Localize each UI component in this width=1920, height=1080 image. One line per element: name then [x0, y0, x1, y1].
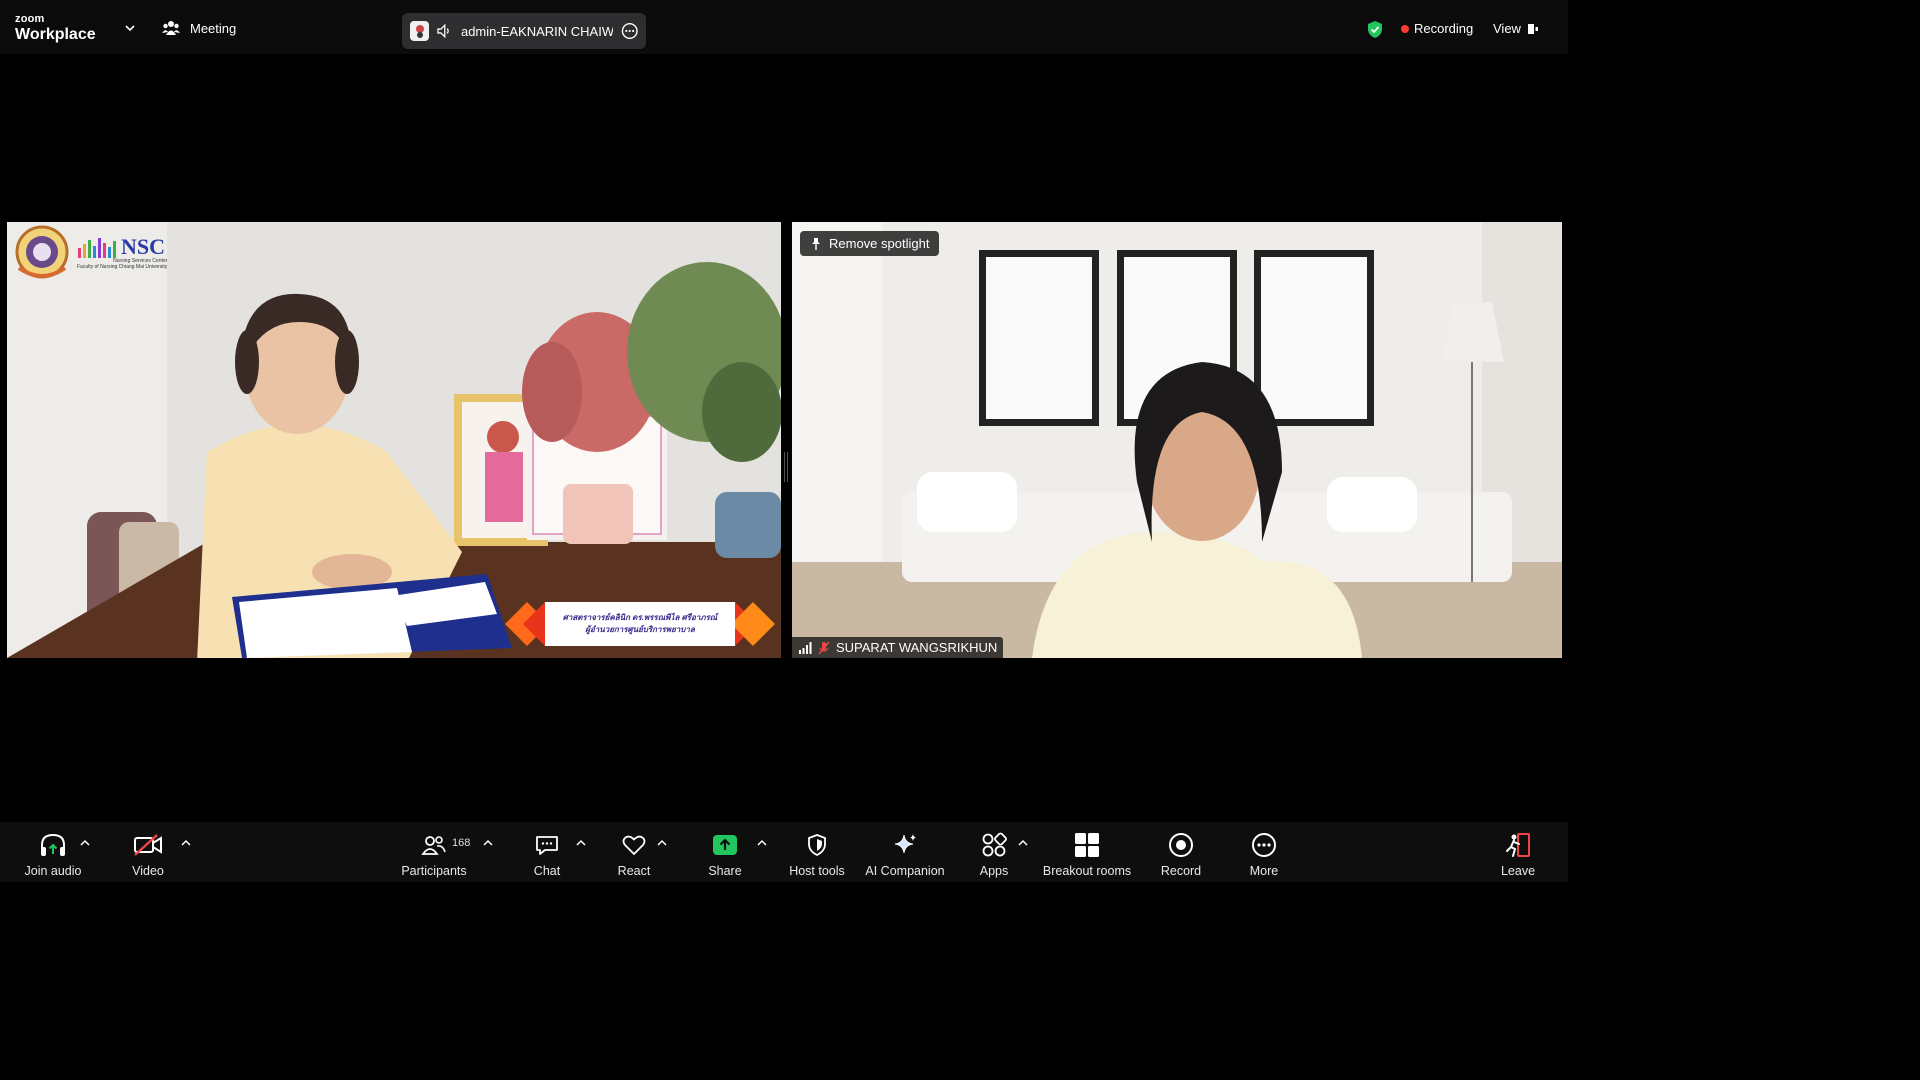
right-video-scene [792, 222, 1562, 658]
host-tools-button[interactable]: Host tools [784, 822, 850, 882]
view-button[interactable]: View [1493, 21, 1539, 36]
video-tile-left[interactable]: NSC Nursing Services Center Faculty of N… [7, 222, 781, 658]
meeting-toolbar: Join audio Video Participants 168 Chat R… [0, 822, 1568, 882]
nsc-logo: NSC Nursing Services Center Faculty of N… [11, 224, 167, 282]
participants-caret-icon[interactable] [483, 839, 493, 847]
brand-workplace: Workplace [15, 26, 96, 43]
apps-button[interactable]: Apps [969, 822, 1019, 882]
pin-icon [812, 237, 820, 250]
host-tools-label: Host tools [789, 864, 845, 878]
zoom-workplace-logo[interactable]: zoom Workplace [15, 14, 96, 43]
view-label: View [1493, 21, 1521, 36]
chat-icon [536, 836, 558, 855]
view-icon [1527, 23, 1538, 34]
chat-button[interactable]: Chat [522, 822, 572, 882]
record-icon [1169, 833, 1193, 857]
leave-label: Leave [1500, 864, 1536, 878]
share-arrow-icon [713, 835, 737, 855]
react-caret-icon[interactable] [657, 839, 667, 847]
university-seal-icon [15, 225, 69, 279]
nsc-logo-text: NSC [121, 234, 166, 259]
join-audio-button[interactable]: Join audio [18, 822, 88, 882]
video-button[interactable]: Video [118, 822, 178, 882]
share-label: Share [708, 864, 742, 878]
participant-name-tag: SUPARAT WANGSRIKHUN [792, 637, 1004, 658]
apps-caret-icon[interactable] [1018, 839, 1028, 847]
react-button[interactable]: React [609, 822, 659, 882]
caption-line-2: ผู้อำนวยการศูนย์บริการพยาบาล [585, 625, 695, 634]
leave-icon [1506, 833, 1530, 857]
recording-indicator[interactable]: Recording [1401, 21, 1473, 36]
ai-companion-button[interactable]: AI Companion [862, 822, 948, 882]
more-label: More [1249, 864, 1279, 878]
share-caret-icon[interactable] [757, 839, 767, 847]
join-audio-label: Join audio [24, 864, 82, 878]
caption-line-1: ศาสตราจารย์คลินิก ดร.พรรณพิไล ศรีอาภรณ์ [562, 613, 718, 622]
more-button[interactable]: More [1238, 822, 1290, 882]
speaker-avatar [410, 21, 430, 41]
speaker-icon [437, 24, 450, 38]
name-caption-banner: ศาสตราจารย์คลินิก ดร.พรรณพิไล ศรีอาภรณ์ … [505, 602, 775, 646]
remove-spotlight-label: Remove spotlight [829, 236, 930, 251]
meeting-label: Meeting [190, 20, 237, 36]
record-label: Record [1160, 864, 1202, 878]
nsc-logo-sub2: Faculty of Nursing Chiang Mai University [77, 264, 168, 270]
breakout-grid-icon [1075, 833, 1099, 857]
participants-icon [421, 836, 446, 855]
active-speaker-pill[interactable]: admin-EAKNARIN CHAIWOC [402, 13, 646, 49]
apps-label: Apps [979, 864, 1009, 878]
sparkle-icon [894, 834, 916, 854]
remove-spotlight-button[interactable]: Remove spotlight [800, 231, 940, 256]
leave-button[interactable]: Leave [1494, 822, 1542, 882]
left-video-scene [7, 222, 781, 658]
chat-caret-icon[interactable] [576, 839, 586, 847]
signal-icon [799, 641, 812, 654]
video-label: Video [132, 864, 164, 878]
react-label: React [617, 864, 651, 878]
breakout-rooms-button[interactable]: Breakout rooms [1040, 822, 1134, 882]
recording-dot-icon [1401, 24, 1409, 33]
video-tile-right[interactable]: Remove spotlight SUPARAT WANGSRIKHUN [792, 222, 1562, 658]
shield-check-icon[interactable] [1366, 20, 1384, 39]
meeting-info-button[interactable]: Meeting [162, 20, 236, 36]
participants-label: Participants [401, 864, 467, 878]
participants-group-icon [162, 21, 180, 35]
headphones-icon [41, 833, 65, 856]
gallery-resize-handle[interactable] [784, 452, 788, 482]
mic-muted-icon [818, 641, 830, 654]
chevron-down-icon[interactable] [124, 22, 136, 34]
chat-label: Chat [533, 864, 561, 878]
join-audio-caret-icon[interactable] [80, 839, 90, 847]
recording-label: Recording [1414, 21, 1474, 36]
brand-zoom: zoom [15, 13, 45, 25]
participant-name: SUPARAT WANGSRIKHUN [836, 640, 998, 655]
ai-companion-label: AI Companion [865, 864, 945, 878]
participants-button[interactable]: Participants [398, 822, 470, 882]
active-speaker-name: admin-EAKNARIN CHAIWOC [460, 23, 613, 39]
host-shield-icon [808, 834, 826, 857]
heart-icon [622, 835, 646, 855]
participants-count: 168 [452, 837, 471, 849]
nsc-bars-icon [78, 238, 116, 258]
top-bar: zoom Workplace Meeting admin-EAKNARIN CH… [0, 0, 1568, 54]
video-off-icon [134, 834, 162, 856]
video-caret-icon[interactable] [181, 839, 191, 847]
apps-icon [982, 832, 1007, 857]
more-circle-icon[interactable] [621, 22, 638, 40]
share-button[interactable]: Share [700, 822, 750, 882]
breakout-rooms-label: Breakout rooms [1042, 864, 1132, 878]
more-dots-icon [1252, 833, 1276, 857]
record-button[interactable]: Record [1154, 822, 1208, 882]
